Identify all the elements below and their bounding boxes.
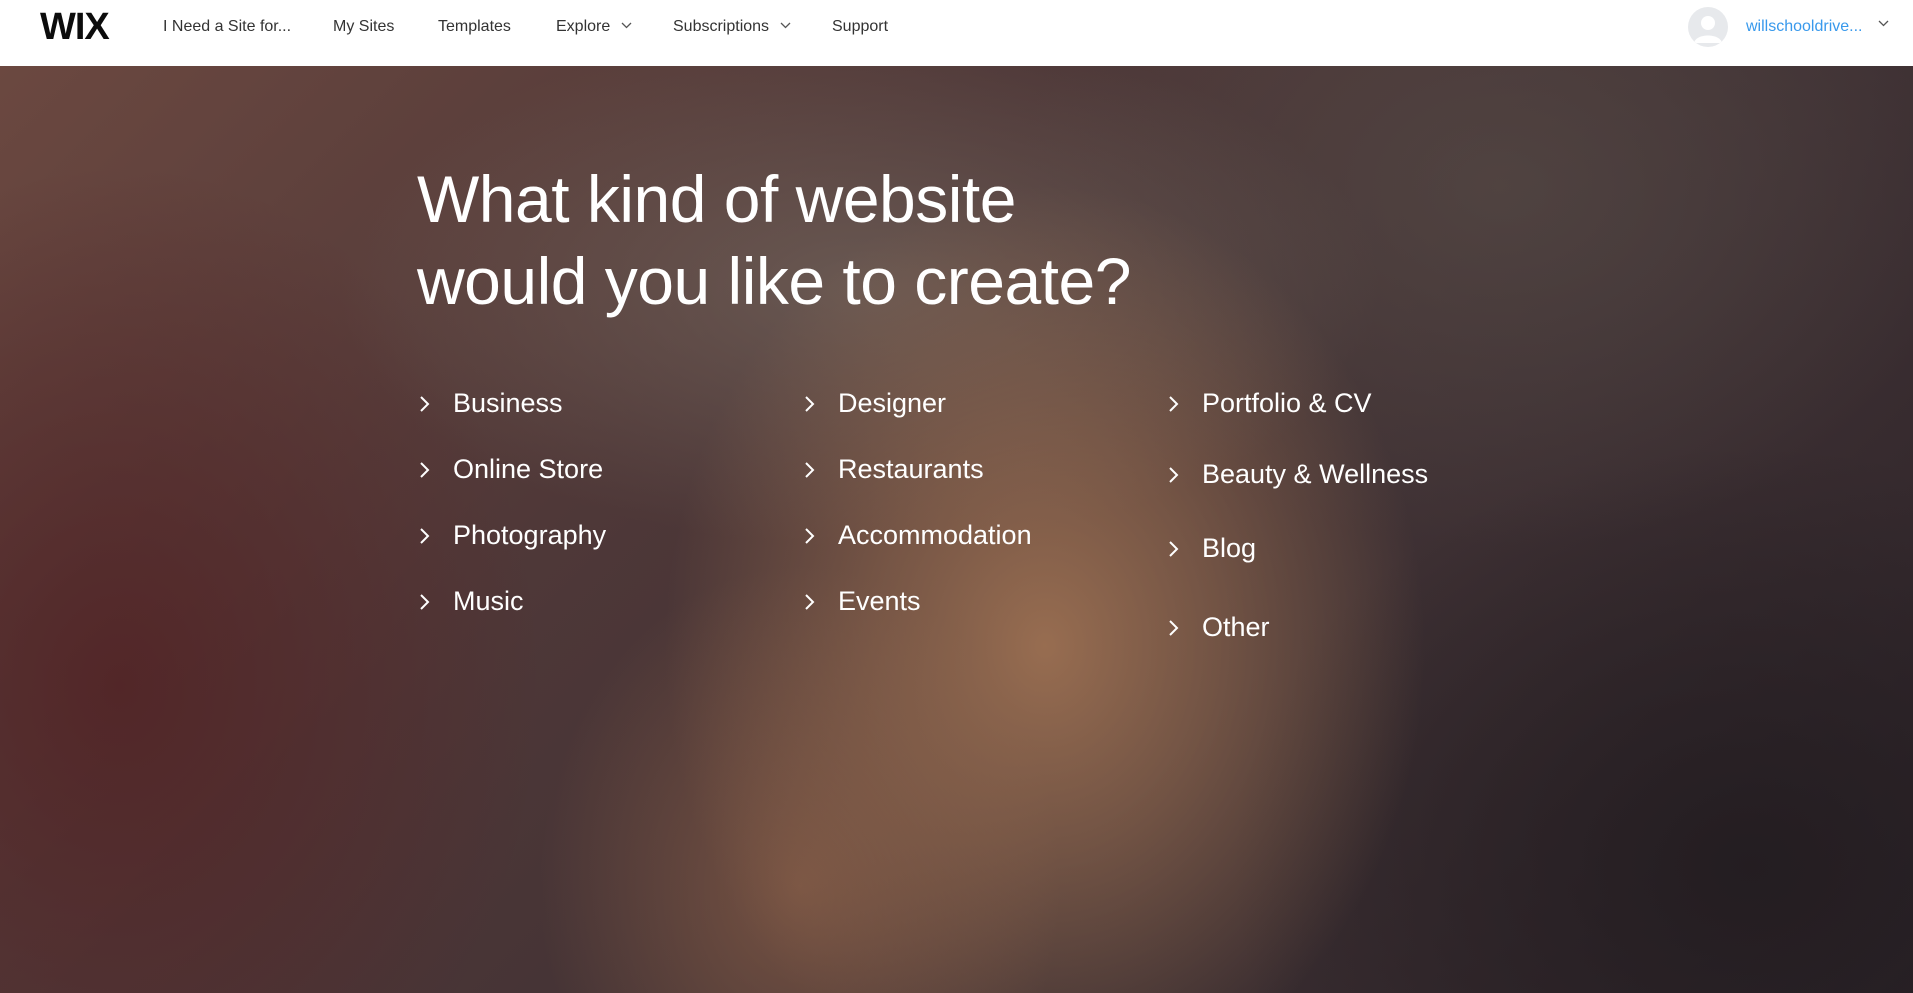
- nav-subscriptions[interactable]: Subscriptions: [673, 16, 791, 38]
- headline-line-2: would you like to create?: [417, 244, 1131, 318]
- option-label: Music: [453, 586, 524, 616]
- nav-explore[interactable]: Explore: [556, 16, 632, 38]
- option-label: Designer: [838, 388, 947, 418]
- nav-label: Explore: [556, 18, 611, 35]
- option-label: Online Store: [453, 454, 604, 484]
- chevron-down-icon: [621, 22, 632, 29]
- option-label: Beauty & Wellness: [1202, 459, 1429, 489]
- nav-i-need-a-site-for[interactable]: I Need a Site for...: [163, 16, 291, 38]
- chevron-right-icon: [1169, 620, 1179, 636]
- option-label: Restaurants: [838, 454, 984, 484]
- chevron-right-icon: [420, 462, 430, 478]
- chevron-right-icon: [805, 528, 815, 544]
- nav-label: My Sites: [333, 18, 395, 35]
- nav-my-sites[interactable]: My Sites: [333, 16, 394, 38]
- chevron-right-icon: [1169, 396, 1179, 412]
- chevron-down-icon[interactable]: [1878, 20, 1889, 27]
- chevron-right-icon: [805, 594, 815, 610]
- headline-line-1: What kind of website: [417, 162, 1016, 236]
- nav-label: Support: [832, 18, 889, 35]
- option-label: Portfolio & CV: [1202, 388, 1372, 418]
- nav-support[interactable]: Support: [832, 16, 888, 38]
- chevron-right-icon: [420, 396, 430, 412]
- nav-label: Subscriptions: [673, 18, 770, 35]
- user-name-link[interactable]: willschooldrive...: [1746, 16, 1862, 38]
- chevron-right-icon: [1169, 467, 1179, 483]
- person-silhouette-icon: [1694, 16, 1722, 43]
- user-avatar-icon[interactable]: [1688, 7, 1728, 47]
- option-label: Other: [1202, 612, 1270, 642]
- nav-templates[interactable]: Templates: [438, 16, 511, 38]
- chevron-right-icon: [420, 528, 430, 544]
- chevron-right-icon: [420, 594, 430, 610]
- top-navigation-bar: WIX I Need a Site for... My Sites Templa…: [0, 0, 1913, 66]
- option-label: Business: [453, 388, 563, 418]
- wix-logo[interactable]: WIX: [40, 7, 110, 47]
- option-label: Blog: [1202, 533, 1257, 563]
- chevron-right-icon: [805, 396, 815, 412]
- user-menu[interactable]: willschooldrive...: [1673, 0, 1913, 56]
- page-headline: What kind of website would you like to c…: [417, 158, 1177, 322]
- nav-label: I Need a Site for...: [163, 18, 292, 35]
- hero-section: What kind of website would you like to c…: [0, 66, 1913, 993]
- option-label: Events: [838, 586, 921, 616]
- option-label: Accommodation: [838, 520, 1032, 550]
- chevron-right-icon: [1169, 541, 1179, 557]
- option-label: Photography: [453, 520, 607, 550]
- nav-label: Templates: [438, 18, 511, 35]
- chevron-down-icon: [780, 22, 790, 29]
- chevron-right-icon: [805, 462, 815, 478]
